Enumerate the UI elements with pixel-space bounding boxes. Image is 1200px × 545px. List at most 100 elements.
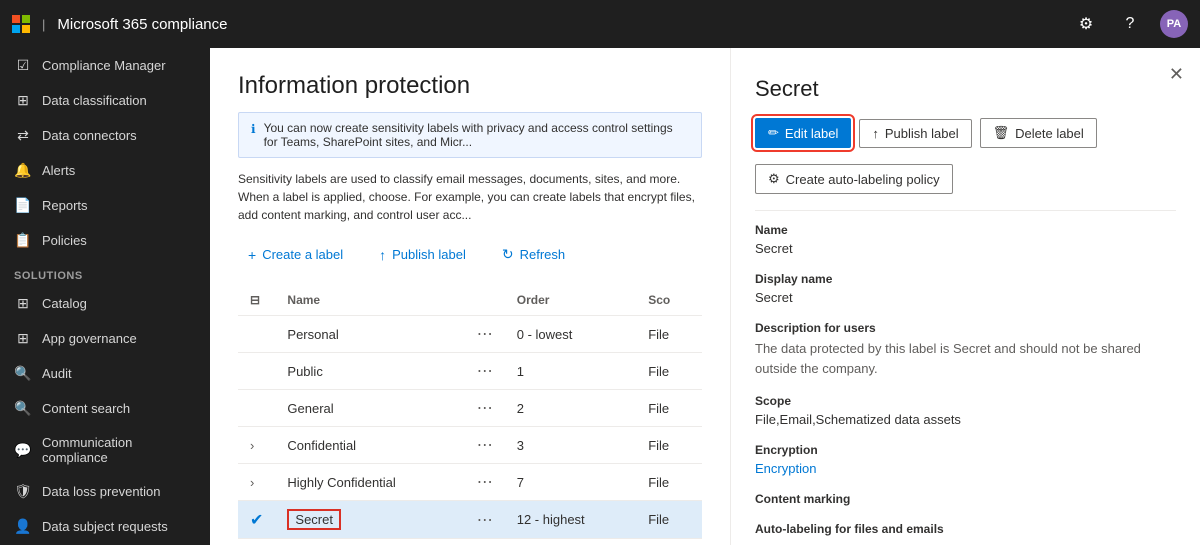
field-auto-labeling: Auto-labeling for files and emails bbox=[755, 522, 1176, 536]
row-checkbox bbox=[238, 316, 275, 353]
field-display-name-label: Display name bbox=[755, 272, 1176, 286]
field-scope-label: Scope bbox=[755, 394, 1176, 408]
sidebar-item-data-loss-prevention[interactable]: 🛡 Data loss prevention bbox=[0, 474, 210, 509]
row-scope: File bbox=[636, 427, 702, 464]
table-row[interactable]: General ⋯ 2 File bbox=[238, 390, 702, 427]
row-order: 3 bbox=[505, 427, 636, 464]
row-ellipsis[interactable]: ⋯ bbox=[465, 427, 505, 464]
sidebar-label-reports: Reports bbox=[42, 198, 88, 213]
row-scope: File bbox=[636, 501, 702, 539]
sidebar-item-app-governance[interactable]: ⊞ App governance bbox=[0, 321, 210, 356]
refresh-icon: ↻ bbox=[502, 246, 514, 263]
catalog-icon: ⊞ bbox=[14, 295, 32, 312]
sidebar-item-content-search[interactable]: 🔍 Content search bbox=[0, 391, 210, 426]
page-title: Information protection bbox=[238, 72, 702, 100]
sidebar-label-audit: Audit bbox=[42, 366, 72, 381]
row-name: Public bbox=[275, 353, 464, 390]
compliance-icon: ☑ bbox=[14, 57, 32, 74]
sidebar-item-compliance-manager[interactable]: ☑ Compliance Manager bbox=[0, 48, 210, 83]
table-row[interactable]: Personal ⋯ 0 - lowest File bbox=[238, 316, 702, 353]
plus-icon: + bbox=[248, 247, 256, 263]
field-name-label: Name bbox=[755, 223, 1176, 237]
field-name: Name Secret bbox=[755, 223, 1176, 256]
create-label-text: Create a label bbox=[262, 247, 343, 262]
row-ellipsis[interactable]: ⋯ bbox=[465, 501, 505, 539]
row-ellipsis[interactable]: ⋯ bbox=[465, 390, 505, 427]
sidebar-label-policies: Policies bbox=[42, 233, 87, 248]
sidebar-item-audit[interactable]: 🔍 Audit bbox=[0, 356, 210, 391]
refresh-button[interactable]: ↻ Refresh bbox=[492, 240, 575, 269]
reports-icon: 📄 bbox=[14, 197, 32, 214]
row-ellipsis[interactable]: ⋯ bbox=[465, 316, 505, 353]
detail-close-button[interactable]: ✕ bbox=[1169, 64, 1184, 85]
row-scope: File bbox=[636, 353, 702, 390]
sidebar-label-communication-compliance: Communication compliance bbox=[42, 435, 196, 465]
info-icon: ℹ bbox=[251, 122, 256, 136]
topbar: | Microsoft 365 compliance ⚙ ? PA bbox=[0, 0, 1200, 48]
app-gov-icon: ⊞ bbox=[14, 330, 32, 347]
row-ellipsis[interactable]: ⋯ bbox=[465, 353, 505, 390]
row-name: Personal bbox=[275, 316, 464, 353]
settings-icon[interactable]: ⚙ bbox=[1072, 10, 1100, 38]
sidebar-item-data-subject-requests[interactable]: 👤 Data subject requests bbox=[0, 509, 210, 544]
help-icon[interactable]: ? bbox=[1116, 10, 1144, 38]
row-order: 2 bbox=[505, 390, 636, 427]
field-content-marking-label: Content marking bbox=[755, 492, 1176, 506]
row-checkbox bbox=[238, 390, 275, 427]
content-search-icon: 🔍 bbox=[14, 400, 32, 417]
row-name-secret: Secret bbox=[275, 501, 464, 539]
sidebar-label-data-loss-prevention: Data loss prevention bbox=[42, 484, 161, 499]
table-row[interactable]: › Confidential ⋯ 3 File bbox=[238, 427, 702, 464]
sidebar-label-app-governance: App governance bbox=[42, 331, 137, 346]
publish-label-text: Publish label bbox=[885, 126, 959, 141]
table-row-selected[interactable]: ✔ Secret ⋯ 12 - highest File bbox=[238, 501, 702, 539]
publish-label-text: Publish label bbox=[392, 247, 466, 262]
main-layout: ☑ Compliance Manager ⊞ Data classificati… bbox=[0, 48, 1200, 545]
audit-icon: 🔍 bbox=[14, 365, 32, 382]
avatar[interactable]: PA bbox=[1160, 10, 1188, 38]
detail-panel: ✕ Secret ✏ Edit label ↑ Publish label 🗑 … bbox=[730, 48, 1200, 545]
sidebar-item-policies[interactable]: 📋 Policies bbox=[0, 223, 210, 258]
create-auto-label-button[interactable]: ⚙ Create auto-labeling policy bbox=[755, 164, 953, 194]
create-label-button[interactable]: + Create a label bbox=[238, 241, 353, 269]
publish-icon: ↑ bbox=[379, 247, 386, 263]
connectors-icon: ⇄ bbox=[14, 127, 32, 144]
publish-label-button[interactable]: ↑ Publish label bbox=[859, 119, 971, 148]
sidebar-item-catalog[interactable]: ⊞ Catalog bbox=[0, 286, 210, 321]
row-ellipsis[interactable]: ⋯ bbox=[465, 464, 505, 501]
solutions-label: Solutions bbox=[0, 258, 210, 286]
sidebar-item-data-connectors[interactable]: ⇄ Data connectors bbox=[0, 118, 210, 153]
row-order: 7 bbox=[505, 464, 636, 501]
topbar-right: ⚙ ? PA bbox=[1072, 10, 1188, 38]
refresh-text: Refresh bbox=[520, 247, 566, 262]
row-order: 12 - highest bbox=[505, 501, 636, 539]
field-encryption: Encryption Encryption bbox=[755, 443, 1176, 476]
row-checkbox-checked: ✔ bbox=[238, 501, 275, 539]
field-scope: Scope File,Email,Schematized data assets bbox=[755, 394, 1176, 427]
info-text: You can now create sensitivity labels wi… bbox=[264, 121, 689, 149]
sidebar-item-alerts[interactable]: 🔔 Alerts bbox=[0, 153, 210, 188]
sidebar-item-communication-compliance[interactable]: 💬 Communication compliance bbox=[0, 426, 210, 474]
main-panel: Information protection ℹ You can now cre… bbox=[210, 48, 730, 545]
field-display-name: Display name Secret bbox=[755, 272, 1176, 305]
microsoft-icon bbox=[12, 15, 30, 33]
sidebar-item-reports[interactable]: 📄 Reports bbox=[0, 188, 210, 223]
sidebar-label-alerts: Alerts bbox=[42, 163, 75, 178]
dsr-icon: 👤 bbox=[14, 518, 32, 535]
row-name: Confidential bbox=[275, 427, 464, 464]
field-encryption-label: Encryption bbox=[755, 443, 1176, 457]
delete-label-button[interactable]: 🗑 Delete label bbox=[980, 118, 1097, 148]
sidebar-item-data-classification[interactable]: ⊞ Data classification bbox=[0, 83, 210, 118]
edit-label-button[interactable]: ✏ Edit label bbox=[755, 118, 851, 148]
col-actions bbox=[465, 285, 505, 316]
row-scope: File bbox=[636, 390, 702, 427]
row-checkbox bbox=[238, 353, 275, 390]
table-row[interactable]: › Highly Confidential ⋯ 7 File bbox=[238, 464, 702, 501]
field-display-name-value: Secret bbox=[755, 290, 1176, 305]
row-checkbox: › bbox=[238, 464, 275, 501]
publish-icon: ↑ bbox=[872, 126, 879, 141]
field-encryption-value[interactable]: Encryption bbox=[755, 461, 1176, 476]
info-bar: ℹ You can now create sensitivity labels … bbox=[238, 112, 702, 158]
publish-label-button[interactable]: ↑ Publish label bbox=[369, 241, 476, 269]
table-row[interactable]: Public ⋯ 1 File bbox=[238, 353, 702, 390]
